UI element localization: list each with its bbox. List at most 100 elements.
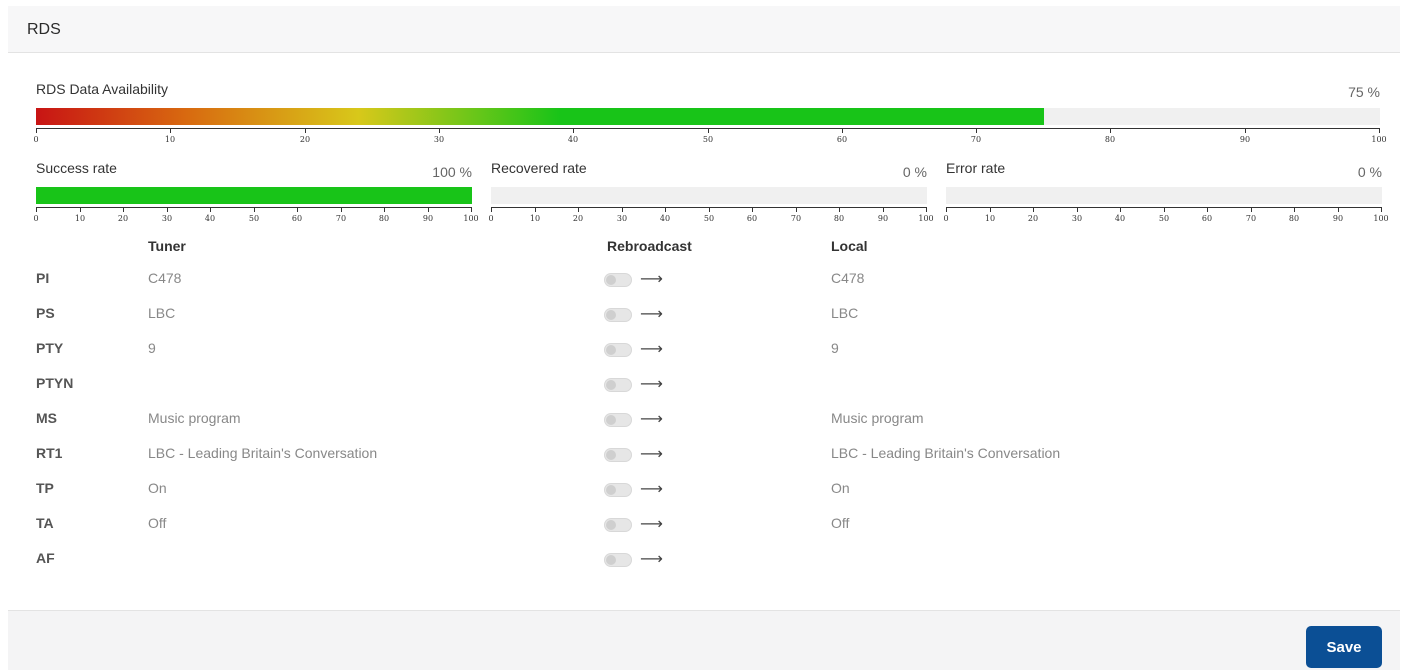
scale-tick-label: 100 xyxy=(463,214,479,223)
local-value: Off xyxy=(831,515,850,531)
scale-tick xyxy=(170,128,171,133)
panel-title: RDS xyxy=(27,21,61,38)
field-key: PI xyxy=(36,270,50,286)
tuner-value: Music program xyxy=(148,410,241,426)
scale-tick xyxy=(1164,207,1165,212)
scale-tick-label: 90 xyxy=(1239,135,1251,144)
rds-field-row-pi: PI C478 ⟶ C478 xyxy=(36,270,1336,290)
scale-tick-label: 30 xyxy=(433,135,445,144)
scale-tick-label: 20 xyxy=(572,214,584,223)
rebroadcast-toggle[interactable] xyxy=(604,413,632,427)
rds-field-row-ms: MS Music program ⟶ Music program xyxy=(36,410,1336,430)
rds-field-row-pty: PTY 9 ⟶ 9 xyxy=(36,340,1336,360)
tuner-value: C478 xyxy=(148,270,182,286)
scale-tick-label: 10 xyxy=(529,214,541,223)
scale-tick-label: 80 xyxy=(1104,135,1116,144)
scale-tick-label: 70 xyxy=(1245,214,1257,223)
rebroadcast-toggle[interactable] xyxy=(604,518,632,532)
scale-tick xyxy=(210,207,211,212)
rebroadcast-toggle[interactable] xyxy=(604,273,632,287)
tuner-value: 9 xyxy=(148,340,156,356)
scale-tick xyxy=(796,207,797,212)
scale-tick-label: 40 xyxy=(659,214,671,223)
scale-tick-label: 20 xyxy=(299,135,311,144)
scale-tick-label: 90 xyxy=(422,214,434,223)
rate-label: Error rate xyxy=(946,160,1006,176)
panel-footer: Save xyxy=(8,610,1400,670)
rds-field-row-ta: TA Off ⟶ Off xyxy=(36,515,1336,535)
rate-percent: 0 % xyxy=(1357,164,1382,180)
scale-tick xyxy=(578,207,579,212)
scale-tick xyxy=(665,207,666,212)
rebroadcast-toggle[interactable] xyxy=(604,343,632,357)
scale-tick xyxy=(708,128,709,133)
scale-tick-label: 50 xyxy=(248,214,260,223)
toggle-knob xyxy=(606,450,616,460)
availability-scale: 0 10 20 30 40 50 60 70 80 90 100 xyxy=(33,128,1387,150)
scale-tick-label: 0 xyxy=(488,214,494,223)
rate-label: Success rate xyxy=(36,160,117,176)
scale-tick xyxy=(439,128,440,133)
rate-scale: 0 10 20 30 40 50 60 70 80 90 100 xyxy=(488,207,934,229)
scale-tick xyxy=(976,128,977,133)
rate-scale: 0 10 20 30 40 50 60 70 80 90 100 xyxy=(943,207,1389,229)
field-key: TP xyxy=(36,480,54,496)
rebroadcast-toggle[interactable] xyxy=(604,553,632,567)
scale-tick xyxy=(839,207,840,212)
scale-tick xyxy=(1294,207,1295,212)
save-button[interactable]: Save xyxy=(1306,626,1382,668)
scale-tick-label: 100 xyxy=(1373,214,1389,223)
toggle-knob xyxy=(606,345,616,355)
local-value: Music program xyxy=(831,410,924,426)
scale-tick-label: 80 xyxy=(833,214,845,223)
local-value: LBC xyxy=(831,305,859,321)
field-key: PTYN xyxy=(36,375,74,391)
rate-scale: 0 10 20 30 40 50 60 70 80 90 100 xyxy=(33,207,479,229)
rate-bar xyxy=(946,187,1382,204)
availability-label: RDS Data Availability xyxy=(36,81,169,97)
scale-tick xyxy=(167,207,168,212)
scale-tick-label: 50 xyxy=(702,135,714,144)
field-key: RT1 xyxy=(36,445,63,461)
tuner-value: LBC - Leading Britain's Conversation xyxy=(148,445,378,461)
scale-tick-label: 20 xyxy=(1027,214,1039,223)
scale-tick-label: 20 xyxy=(117,214,129,223)
field-key: MS xyxy=(36,410,57,426)
scale-tick xyxy=(573,128,574,133)
scale-tick-label: 90 xyxy=(877,214,889,223)
rebroadcast-toggle[interactable] xyxy=(604,378,632,392)
toggle-knob xyxy=(606,275,616,285)
rate-bar xyxy=(491,187,927,204)
scale-tick-label: 30 xyxy=(161,214,173,223)
scale-tick xyxy=(1251,207,1252,212)
rebroadcast-toggle[interactable] xyxy=(604,483,632,497)
toggle-knob xyxy=(606,520,616,530)
tuner-value: LBC xyxy=(148,305,176,321)
scale-tick-label: 40 xyxy=(204,214,216,223)
column-header-tuner: Tuner xyxy=(148,238,186,254)
rebroadcast-toggle[interactable] xyxy=(604,448,632,462)
rate-label: Recovered rate xyxy=(491,160,587,176)
scale-tick-label: 100 xyxy=(1371,135,1387,144)
rate-bar xyxy=(36,187,472,204)
arrow-right-icon: ⟶ xyxy=(640,341,663,358)
rebroadcast-toggle[interactable] xyxy=(604,308,632,322)
scale-tick xyxy=(1110,128,1111,133)
toggle-knob xyxy=(606,415,616,425)
scale-tick xyxy=(1033,207,1034,212)
scale-tick-label: 0 xyxy=(33,135,39,144)
scale-tick xyxy=(384,207,385,212)
scale-tick xyxy=(622,207,623,212)
scale-tick xyxy=(946,207,947,212)
rate-bar-fill xyxy=(36,187,472,204)
scale-tick-label: 90 xyxy=(1332,214,1344,223)
scale-tick xyxy=(990,207,991,212)
field-key: AF xyxy=(36,550,55,566)
scale-tick-label: 70 xyxy=(335,214,347,223)
scale-tick xyxy=(297,207,298,212)
field-key: TA xyxy=(36,515,54,531)
arrow-right-icon: ⟶ xyxy=(640,376,663,393)
scale-tick-label: 80 xyxy=(378,214,390,223)
scale-tick xyxy=(1379,128,1380,133)
scale-tick-label: 40 xyxy=(1114,214,1126,223)
